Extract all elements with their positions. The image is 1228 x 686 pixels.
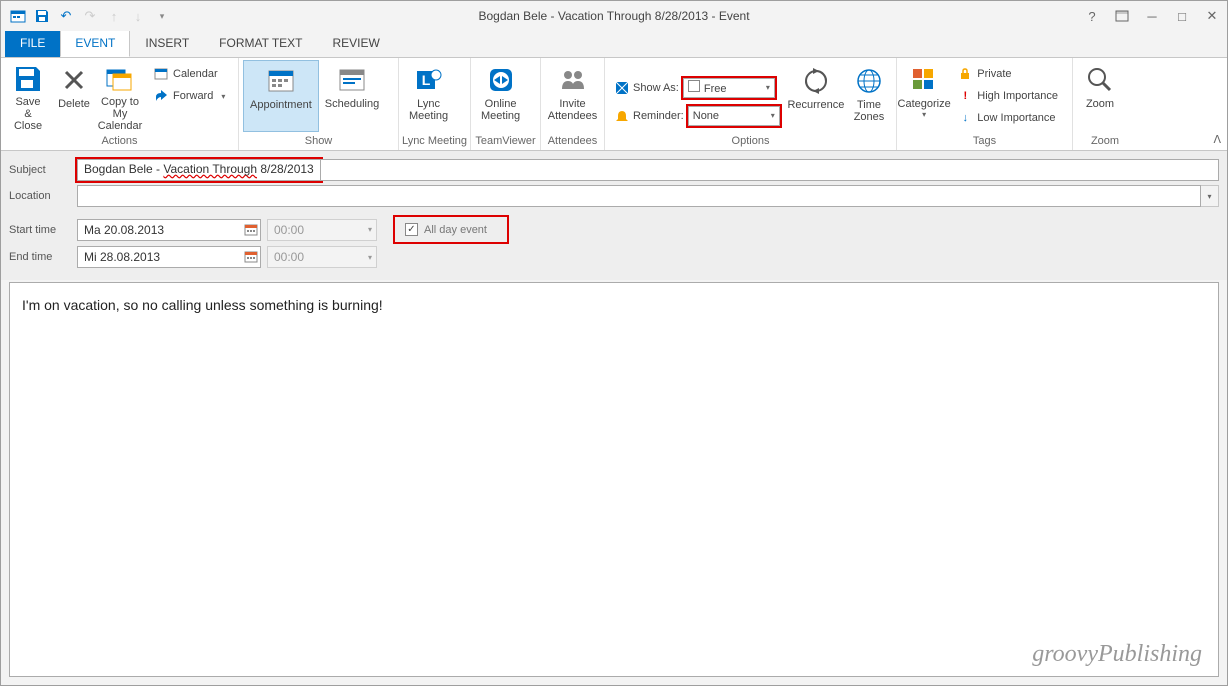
calendar-picker-icon[interactable] [244,250,258,264]
copy-calendar-icon [104,64,136,94]
checkbox-checked-icon[interactable]: ✓ [405,223,418,236]
location-label: Location [9,190,77,202]
group-label-actions: Actions [1,135,238,150]
qat-redo-icon: ↷ [79,5,101,27]
calendar-picker-icon[interactable] [244,223,258,237]
attendees-icon [557,64,589,96]
tab-file[interactable]: FILE [5,30,60,57]
invite-attendees-button[interactable]: Invite Attendees [545,60,600,132]
titlebar: ↶ ↷ ↑ ↓ ▾ Bogdan Bele - Vacation Through… [1,1,1227,31]
qat-save-icon[interactable] [31,5,53,27]
private-button[interactable]: Private [953,64,1062,84]
qat-undo-icon[interactable]: ↶ [55,5,77,27]
lync-icon: L [413,64,445,96]
reminder-bell-icon [615,109,629,123]
end-time-label: End time [9,251,77,263]
appointment-icon [265,65,297,97]
tab-format-text[interactable]: FORMAT TEXT [204,30,317,57]
delete-button[interactable]: Delete [51,60,97,132]
location-dropdown[interactable]: ▾ [1201,185,1219,207]
group-label-lync: Lync Meeting [399,135,470,150]
group-label-show: Show [239,135,398,150]
magnifier-icon [1084,64,1116,96]
forward-icon [153,88,169,104]
low-importance-button[interactable]: ↓ Low Importance [953,108,1062,128]
show-as-label: Show As: [633,82,679,94]
lync-meeting-button[interactable]: L Lync Meeting [403,60,454,132]
group-label-tags: Tags [897,135,1072,150]
watermark: groovyPublishing [1032,641,1202,668]
exclamation-icon: ! [957,88,973,104]
all-day-checkbox-wrap[interactable]: ✓ All day event [395,217,507,242]
group-label-teamviewer: TeamViewer [471,135,540,150]
scheduling-button[interactable]: Scheduling [319,60,385,132]
categorize-icon [908,64,940,96]
tab-event[interactable]: EVENT [60,30,130,57]
qat-next-icon: ↓ [127,5,149,27]
reminder-label: Reminder: [633,110,684,122]
categorize-button[interactable]: Categorize ▾ [901,60,947,132]
start-date-input[interactable]: Ma 20.08.2013 [77,219,261,241]
qat-calendar-icon[interactable] [7,5,29,27]
group-label-attendees: Attendees [541,135,604,150]
event-body[interactable]: I'm on vacation, so no calling unless so… [9,282,1219,677]
start-time-label: Start time [9,224,77,236]
tab-row: FILE EVENT INSERT FORMAT TEXT REVIEW [1,31,1227,57]
show-as-dropdown[interactable]: Free ▾ [683,78,775,98]
ribbon: Save & Close Delete Copy to My Calendar … [1,57,1227,151]
close-icon[interactable]: ✕ [1201,5,1223,27]
tab-review[interactable]: REVIEW [318,30,395,57]
reminder-dropdown[interactable]: None ▾ [688,106,780,126]
save-and-close-button[interactable]: Save & Close [5,60,51,132]
show-as-icon [615,81,629,95]
calendar-small-icon [153,66,169,82]
svg-text:L: L [421,72,430,88]
window-title: Bogdan Bele - Vacation Through 8/28/2013… [478,9,749,23]
globe-icon [853,65,885,97]
recurrence-button[interactable]: Recurrence [786,61,846,133]
appointment-button[interactable]: Appointment [243,60,319,132]
subject-label: Subject [9,164,77,176]
zoom-button[interactable]: Zoom [1077,60,1123,132]
subject-input[interactable]: Bogdan Bele - Vacation Through 8/28/2013 [77,159,321,181]
location-input[interactable] [77,185,1201,207]
group-label-zoom: Zoom [1073,135,1137,150]
forward-button[interactable]: Forward [149,86,229,106]
ribbon-display-icon[interactable] [1111,5,1133,27]
arrow-down-icon: ↓ [957,110,973,126]
help-icon[interactable]: ? [1081,5,1103,27]
teamviewer-icon [485,64,517,96]
form-area: Subject Bogdan Bele - Vacation Through 8… [1,151,1227,280]
qat-prev-icon: ↑ [103,5,125,27]
scheduling-icon [336,64,368,96]
end-date-input[interactable]: Mi 28.08.2013 [77,246,261,268]
end-time-input: 00:00▾ [267,246,377,268]
body-text: I'm on vacation, so no calling unless so… [22,297,383,313]
start-time-input: 00:00▾ [267,219,377,241]
subject-input-ext[interactable] [321,159,1219,181]
tab-insert[interactable]: INSERT [130,30,204,57]
calendar-button[interactable]: Calendar [149,64,229,84]
collapse-ribbon-icon[interactable]: ᐱ [1213,133,1221,146]
maximize-icon[interactable]: □ [1171,5,1193,27]
time-zones-button[interactable]: Time Zones [846,61,892,133]
save-close-icon [12,64,44,94]
copy-to-calendar-button[interactable]: Copy to My Calendar [97,60,143,132]
group-label-options: Options [605,135,896,150]
all-day-label: All day event [424,224,487,236]
recurrence-icon [800,65,832,97]
delete-icon [58,64,90,96]
high-importance-button[interactable]: ! High Importance [953,86,1062,106]
online-meeting-button[interactable]: Online Meeting [475,60,526,132]
qat-customize-dropdown[interactable]: ▾ [151,5,173,27]
minimize-icon[interactable]: ─ [1141,5,1163,27]
lock-icon [957,66,973,82]
